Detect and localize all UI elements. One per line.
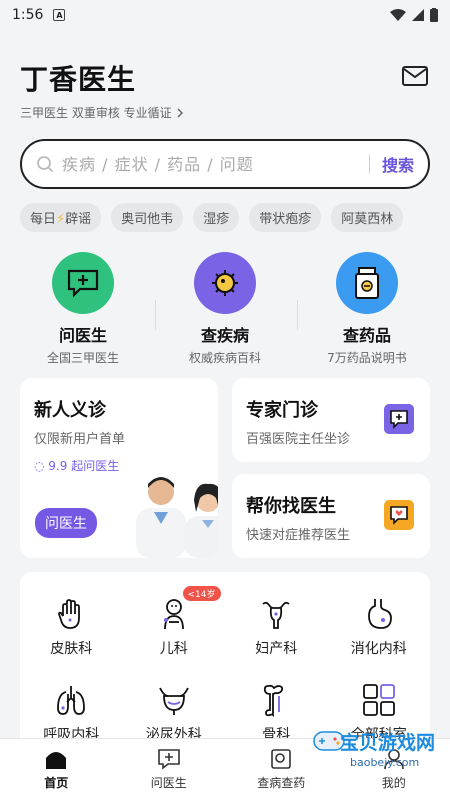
- chip-oseltamivir[interactable]: 奥司他韦: [111, 203, 184, 232]
- search-button[interactable]: 搜索: [382, 152, 414, 176]
- heart-chat-icon: [384, 500, 414, 530]
- notification-a-icon: A: [53, 9, 66, 21]
- chip-label: 每日: [30, 212, 57, 227]
- dept-urology[interactable]: 泌尿外科: [123, 682, 226, 744]
- chip-eczema[interactable]: 湿疹: [193, 203, 240, 232]
- tab-ask-doctor[interactable]: 问医生: [113, 739, 226, 800]
- search-icon: [37, 156, 54, 173]
- baby-icon: [163, 599, 184, 630]
- dept-label: 妇产科: [255, 641, 298, 657]
- tab-label: 首页: [44, 776, 69, 790]
- battery-icon: [430, 8, 438, 22]
- dept-label: 儿科: [159, 641, 188, 657]
- header-subtitle-link[interactable]: 三甲医生 双重审核 专业循证: [20, 104, 430, 121]
- hot-topics: 每日⚡辟谣 奥司他韦 湿疹 带状疱疹 阿莫西林: [0, 189, 450, 232]
- check-disease-entry[interactable]: 查疾病 权威疾病百科: [160, 252, 298, 366]
- chip-daily-rumor[interactable]: 每日⚡辟谣: [20, 203, 102, 232]
- dept-respiratory[interactable]: 呼吸内科: [20, 682, 123, 744]
- ask-doctor-icon: [52, 252, 114, 314]
- signal-icon: [412, 9, 424, 21]
- status-icons: [390, 8, 438, 22]
- home-icon: [46, 752, 67, 769]
- dept-label: 皮肤科: [50, 641, 93, 657]
- quick-subtitle: 权威疾病百科: [188, 351, 261, 365]
- card-subtitle: 仅限新用户首单: [34, 432, 126, 447]
- new-user-consult-card[interactable]: 新人义诊 仅限新用户首单 ◌ 9.9 起问医生 问医生: [20, 378, 218, 558]
- lightning-icon: ⚡: [56, 212, 66, 227]
- dept-label: 消化内科: [350, 641, 407, 657]
- dept-pediatrics[interactable]: <14岁 儿科: [123, 586, 226, 658]
- search-input[interactable]: [62, 154, 357, 174]
- quick-title: 问医生: [58, 326, 107, 345]
- quick-title: 查疾病: [200, 326, 249, 345]
- status-time: 1:56: [12, 7, 44, 23]
- app-title: 丁香医生: [20, 63, 137, 96]
- expert-chat-plus-icon: [384, 404, 414, 434]
- search-book-icon: [271, 749, 292, 769]
- chip-shingles[interactable]: 带状疱疹: [249, 203, 322, 232]
- search-bar: 搜索: [20, 139, 430, 189]
- stomach-icon: [367, 599, 392, 629]
- expert-clinic-card[interactable]: 专家门诊 百强医院主任坐诊: [232, 378, 430, 462]
- quick-actions: 问医生 全国三甲医生 查疾病 权威疾病百科 查药品 7万药品说明书: [0, 232, 450, 366]
- status-bar: 1:56 A: [0, 0, 450, 30]
- medicine-bottle-icon: [336, 252, 398, 314]
- grid-icon: [362, 684, 395, 716]
- check-medicine-entry[interactable]: 查药品 7万药品说明书: [302, 252, 432, 366]
- wifi-icon: [390, 9, 406, 21]
- uterus-icon: [262, 601, 290, 629]
- dept-dermatology[interactable]: 皮肤科: [20, 596, 123, 658]
- price-text: 9.9 起问医生: [48, 459, 120, 473]
- watermark-url: baobeiy.com: [350, 756, 420, 769]
- dept-obstetrics-gynecology[interactable]: 妇产科: [225, 596, 328, 658]
- ask-doctor-button[interactable]: 问医生: [35, 508, 97, 538]
- watermark: 宝贝游戏网 baobeiy.com: [310, 718, 438, 780]
- tab-label: 问医生: [150, 776, 187, 790]
- bone-icon: [264, 684, 284, 718]
- header-subtitle: 三甲医生 双重审核 专业循证: [20, 106, 172, 120]
- ask-doctor-entry[interactable]: 问医生 全国三甲医生: [18, 252, 156, 366]
- card-title: 新人义诊: [34, 400, 106, 421]
- divider: [155, 300, 156, 330]
- header: 丁香医生 三甲医生 双重审核 专业循证: [0, 30, 450, 125]
- chip-label: 辟谣: [65, 212, 92, 227]
- drop-icon: ◌: [34, 459, 49, 473]
- lungs-icon: [57, 686, 86, 715]
- tab-label: 查病查药: [257, 776, 306, 790]
- service-cards: 新人义诊 仅限新用户首单 ◌ 9.9 起问医生 问医生 专家门诊 百强医院主任坐…: [20, 378, 430, 558]
- bladder-icon: [158, 687, 189, 715]
- quick-subtitle: 7万药品说明书: [327, 351, 407, 365]
- virus-icon: [194, 252, 256, 314]
- chat-plus-icon: [157, 749, 180, 770]
- age-badge: <14岁: [182, 586, 221, 601]
- find-doctor-card[interactable]: 帮你找医生 快速对症推荐医生: [232, 474, 430, 558]
- quick-title: 查药品: [342, 326, 391, 345]
- dept-gastroenterology[interactable]: 消化内科: [328, 596, 431, 658]
- watermark-text: 宝贝游戏网: [340, 732, 436, 754]
- search-divider: [368, 155, 370, 173]
- chevron-right-icon: [177, 107, 183, 118]
- tab-home[interactable]: 首页: [0, 739, 113, 800]
- quick-subtitle: 全国三甲医生: [46, 351, 119, 365]
- message-mail-icon[interactable]: [402, 66, 428, 86]
- doctors-illustration: [136, 477, 218, 558]
- divider: [297, 300, 298, 330]
- hand-icon: [58, 599, 81, 629]
- chip-amoxicillin[interactable]: 阿莫西林: [331, 203, 404, 232]
